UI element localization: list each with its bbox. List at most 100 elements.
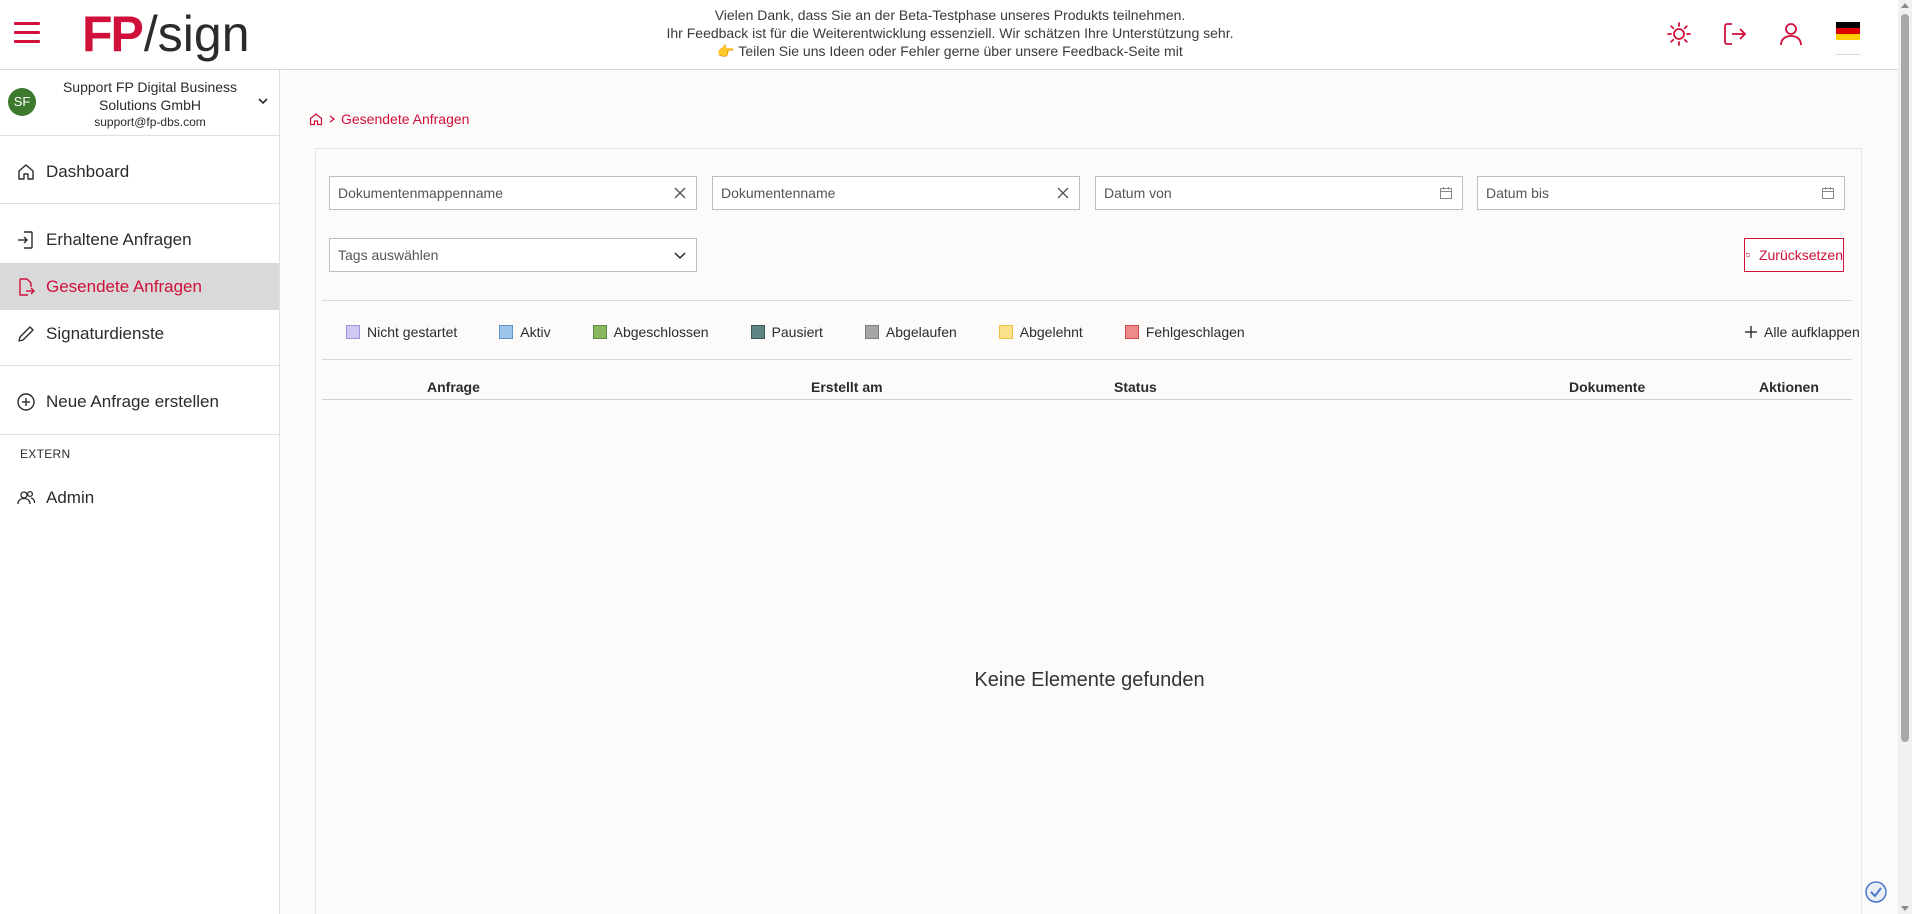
swatch [1124,325,1139,339]
tags-placeholder: Tags auswählen [338,247,439,263]
sidebar-item-label: Neue Anfrage erstellen [46,391,219,411]
chevron-down-icon[interactable] [256,94,270,108]
sidebar-item-label: Admin [46,487,95,507]
org-switcher[interactable]: SF Support FP Digital Business Solutions… [0,70,279,136]
flag-divider [1836,54,1860,55]
requests-panel: Dokumentenmappenname Dokumentenname Datu… [315,148,1862,914]
legend-item-failed: Fehlgeschlagen [1124,324,1245,340]
sent-document-icon [19,277,35,296]
flag-de-icon[interactable] [1836,22,1860,40]
sidebar-item-label: Gesendete Anfragen [46,276,202,296]
reset-icon [1745,252,1751,258]
section-label-extern: EXTERN [20,447,71,461]
sidebar-item-new-request[interactable]: Neue Anfrage erstellen [0,378,279,425]
plus-circle-icon [17,392,35,411]
legend-label: Abgelehnt [1019,324,1083,340]
sidebar-item-label: Dashboard [46,161,130,181]
logo-brand: FP [82,6,144,62]
avatar: SF [8,88,36,116]
sidebar-item-sent-requests[interactable]: Gesendete Anfragen [0,263,279,310]
swatch [499,325,514,339]
logo-product: /sign [143,6,250,62]
legend-item-declined: Abgelehnt [998,324,1083,340]
legend-item-active: Aktiv [499,324,551,340]
inbox-arrow-icon [18,230,33,249]
status-legend: Nicht gestartet Aktiv Abgeschlossen Paus… [346,324,1287,340]
scroll-down-arrow[interactable] [1901,906,1909,911]
legend-label: Pausiert [771,324,823,340]
scroll-up-arrow[interactable] [1901,3,1909,8]
chevron-right-icon [329,115,336,123]
column-header-documents[interactable]: Dokumente [1569,379,1645,395]
legend-label: Abgeschlossen [613,324,709,340]
banner-line-1: Vielen Dank, dass Sie an der Beta-Testph… [714,7,1186,23]
chevron-down-icon[interactable] [672,247,688,263]
divider [322,300,1852,301]
swatch [864,325,879,339]
calendar-icon[interactable] [1438,185,1454,201]
document-name-placeholder: Dokumentenname [721,185,836,201]
column-header-request[interactable]: Anfrage [427,379,480,395]
folder-name-placeholder: Dokumentenmappenname [338,185,503,201]
plus-icon [1745,326,1757,338]
sun-icon[interactable] [1665,20,1693,48]
legend-label: Nicht gestartet [367,324,458,340]
swatch [592,325,607,339]
clear-icon[interactable] [672,185,688,201]
sidebar-item-label: Erhaltene Anfragen [46,229,192,249]
swatch [750,325,765,339]
legend-item-not-started: Nicht gestartet [346,324,457,340]
folder-name-input[interactable]: Dokumentenmappenname [329,176,697,210]
recaptcha-icon[interactable] [1864,880,1888,904]
sidebar-item-received-requests[interactable]: Erhaltene Anfragen [0,216,279,263]
date-from-input[interactable]: Datum von [1095,176,1463,210]
column-header-created[interactable]: Erstellt am [811,379,883,395]
swatch [998,325,1013,339]
legend-label: Aktiv [520,324,551,340]
column-header-actions: Aktionen [1759,379,1819,395]
sidebar-item-label: Signaturdienste [46,323,165,343]
page-scrollbar[interactable] [1898,0,1912,914]
logo[interactable]: FP /sign [82,8,250,60]
document-name-input[interactable]: Dokumentenname [712,176,1080,210]
date-from-placeholder: Datum von [1104,185,1172,201]
org-name: Support FP Digital Business Solutions Gm… [62,79,238,113]
home-icon [18,163,34,180]
breadcrumb-current[interactable]: Gesendete Anfragen [341,111,469,127]
legend-item-expired: Abgelaufen [864,324,957,340]
legend-item-paused: Pausiert [750,324,823,340]
top-header: FP /sign Vielen Dank, dass Sie an der Be… [0,0,1898,70]
calendar-icon[interactable] [1820,185,1836,201]
empty-state-message: Keine Elemente gefunden [974,669,1205,691]
table-header-divider [322,399,1852,400]
reset-label: Zurücksetzen [1758,247,1843,263]
banner-line-3: 👉 Teilen Sie uns Ideen oder Fehler gerne… [717,43,1183,59]
expand-all-label: Alle aufklappen [1764,324,1860,340]
sidebar-item-dashboard[interactable]: Dashboard [0,148,279,195]
user-icon[interactable] [1777,20,1805,48]
column-header-status[interactable]: Status [1114,379,1157,395]
banner-line-2: Ihr Feedback ist für die Weiterentwicklu… [666,25,1234,41]
legend-label: Fehlgeschlagen [1145,324,1245,340]
beta-banner: Vielen Dank, dass Sie an der Beta-Testph… [600,6,1300,60]
swatch [346,325,360,339]
reset-button[interactable]: Zurücksetzen [1744,238,1844,272]
scroll-thumb[interactable] [1901,14,1909,742]
legend-item-completed: Abgeschlossen [592,324,709,340]
sidebar-item-signature-services[interactable]: Signaturdienste [0,310,279,357]
home-icon[interactable] [309,112,323,126]
legend-label: Abgelaufen [885,324,957,340]
breadcrumb[interactable]: Gesendete Anfragen [309,111,469,127]
tags-select[interactable]: Tags auswählen [329,238,697,272]
divider [322,359,1852,360]
sidebar-item-admin[interactable]: Admin [0,474,279,521]
date-to-input[interactable]: Datum bis [1477,176,1845,210]
menu-icon[interactable] [14,22,40,44]
logout-icon[interactable] [1721,20,1749,48]
expand-all-button[interactable]: Alle aufklappen [1744,324,1860,340]
users-icon [17,490,36,504]
clear-icon[interactable] [1055,185,1071,201]
sidebar: SF Support FP Digital Business Solutions… [0,70,280,914]
date-to-placeholder: Datum bis [1486,185,1550,201]
main-content: Gesendete Anfragen Dokumentenmappenname … [281,71,1898,914]
